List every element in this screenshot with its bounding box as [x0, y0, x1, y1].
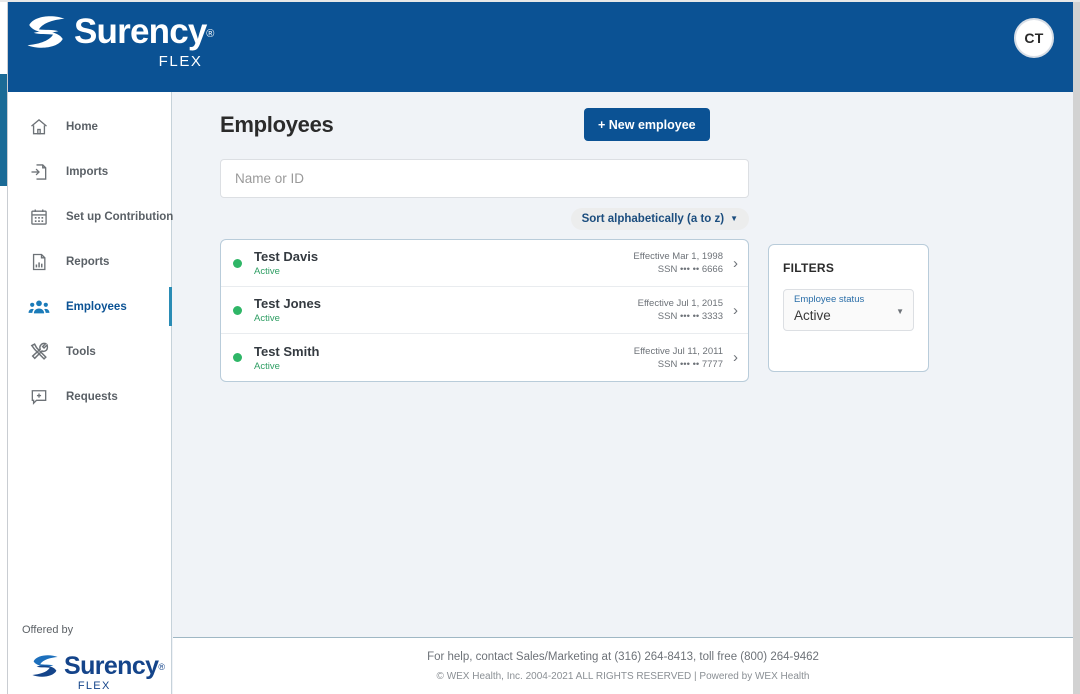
report-document-icon [26, 249, 52, 275]
people-group-icon [26, 294, 52, 320]
sidebar-item-tools[interactable]: Tools [8, 329, 171, 374]
sidebar-footer-brand-name: Surency ® [64, 651, 165, 681]
employee-identity: Test Jones Active [254, 296, 638, 324]
sidebar-item-set-up-contributions[interactable]: Set up Contributions [8, 194, 180, 239]
status-badge: Active [254, 313, 280, 324]
employee-effective-date: Effective Jul 1, 2015 [637, 298, 723, 309]
brand-subtitle: FLEX [158, 53, 203, 70]
home-icon [26, 114, 52, 140]
sidebar-item-label: Requests [66, 390, 118, 403]
surency-swoosh-icon [32, 655, 58, 677]
sidebar-footer-logo: Surency ® FLEX [30, 651, 165, 692]
employee-name: Test Jones [254, 296, 321, 311]
top-brand-bar: Surency ® FLEX CT [8, 2, 1073, 92]
main-content: Employees + New employee Sort alphabetic… [173, 92, 1073, 638]
calendar-icon [26, 204, 52, 230]
employee-name: Test Davis [254, 249, 319, 264]
employee-effective-date: Effective Mar 1, 1998 [633, 251, 723, 262]
employee-effective-date: Effective Jul 11, 2011 [633, 345, 723, 357]
employee-ssn: SSN ••• •• 6666 [657, 264, 723, 275]
table-row[interactable]: Test Davis Active Effective Mar 1, 1998 … [221, 240, 748, 287]
employee-identity: Test Davis Active [254, 249, 633, 277]
sidebar: Home Imports Set up Contributions Report… [8, 92, 180, 694]
filters-title: FILTERS [783, 261, 835, 275]
sidebar-item-requests[interactable]: Requests [8, 374, 171, 419]
employee-meta: Effective Mar 1, 1998 SSN ••• •• 6666 [633, 250, 723, 276]
sidebar-item-label: Set up Contributions [66, 210, 180, 223]
employee-status-value: Active [794, 308, 831, 323]
table-row[interactable]: Test Smith Active Effective Jul 11, 2011… [221, 334, 748, 381]
filters-panel: FILTERS Employee status Active ▼ [768, 244, 929, 372]
sort-row: Sort alphabetically (a to z) ▼ [220, 208, 749, 230]
chevron-down-icon: ▼ [896, 307, 904, 316]
sidebar-footer-logo-row: Surency ® [30, 651, 165, 681]
window-top-edge [0, 0, 1080, 2]
sidebar-footer-brand-text: Surency [64, 652, 159, 680]
employee-meta: Effective Jul 11, 2011 SSN ••• •• 7777 [634, 345, 723, 371]
employee-status-label: Employee status [794, 294, 865, 305]
chevron-right-icon[interactable]: › [733, 256, 738, 271]
brand-name-text: Surency [74, 12, 207, 51]
sidebar-item-label: Home [66, 120, 98, 133]
sidebar-nav: Home Imports Set up Contributions Report… [8, 92, 180, 419]
table-row[interactable]: Test Jones Active Effective Jul 1, 2015 … [221, 287, 748, 334]
sort-dropdown-button[interactable]: Sort alphabetically (a to z) ▼ [570, 208, 749, 230]
user-avatar[interactable]: CT [1014, 18, 1054, 58]
window-right-edge [1073, 0, 1080, 694]
sidebar-item-home[interactable]: Home [8, 104, 171, 149]
status-badge: Active [254, 266, 280, 277]
offered-by-label: Offered by [22, 624, 74, 636]
brand-logo-row: Surency ® [24, 10, 214, 54]
tools-icon [26, 339, 52, 365]
status-dot-icon [233, 353, 242, 362]
sidebar-footer-trademark: ® [158, 662, 165, 672]
chevron-right-icon[interactable]: › [733, 303, 738, 318]
window-left-tab-strip [0, 74, 7, 186]
brand-trademark: ® [206, 28, 214, 40]
chevron-down-icon: ▼ [730, 214, 738, 223]
new-employee-button[interactable]: + New employee [584, 108, 710, 141]
sidebar-item-label: Imports [66, 165, 109, 178]
brand-logo[interactable]: Surency ® FLEX [24, 10, 214, 70]
sidebar-item-label: Reports [66, 255, 110, 268]
employee-list: Test Davis Active Effective Mar 1, 1998 … [220, 239, 749, 382]
surency-swoosh-icon [27, 16, 65, 48]
employee-ssn: SSN ••• •• 3333 [657, 311, 723, 322]
sidebar-item-employees[interactable]: Employees [8, 284, 172, 329]
status-dot-icon [233, 305, 242, 315]
employee-name: Test Smith [254, 343, 320, 359]
employee-status-select[interactable]: Employee status Active ▼ [783, 289, 914, 331]
footer-help-text: For help, contact Sales/Marketing at (31… [427, 650, 819, 663]
search-input[interactable] [220, 159, 749, 198]
status-badge: Active [254, 360, 280, 372]
employee-meta: Effective Jul 1, 2015 SSN ••• •• 3333 [638, 297, 723, 323]
employee-identity: Test Smith Active [254, 344, 634, 372]
sidebar-item-reports[interactable]: Reports [8, 239, 171, 284]
sort-dropdown-label: Sort alphabetically (a to z) [581, 213, 725, 225]
import-file-icon [26, 159, 52, 185]
chevron-right-icon[interactable]: › [733, 350, 738, 365]
brand-name: Surency ® [74, 10, 214, 54]
status-dot-icon [233, 258, 242, 268]
add-request-icon [26, 384, 52, 410]
content-inner: Employees + New employee Sort alphabetic… [173, 92, 1073, 382]
page-footer: For help, contact Sales/Marketing at (31… [173, 638, 1073, 694]
app-window: Surency ® FLEX CT Home Imports Set up Co… [0, 0, 1080, 694]
avatar-initials: CT [1024, 30, 1044, 46]
sidebar-item-imports[interactable]: Imports [8, 149, 171, 194]
sidebar-footer-subtitle: FLEX [77, 680, 111, 692]
sidebar-item-label: Tools [66, 345, 96, 358]
footer-copyright: © WEX Health, Inc. 2004-2021 ALL RIGHTS … [436, 670, 810, 682]
sidebar-item-label: Employees [66, 300, 127, 313]
employee-ssn: SSN ••• •• 7777 [657, 358, 723, 370]
